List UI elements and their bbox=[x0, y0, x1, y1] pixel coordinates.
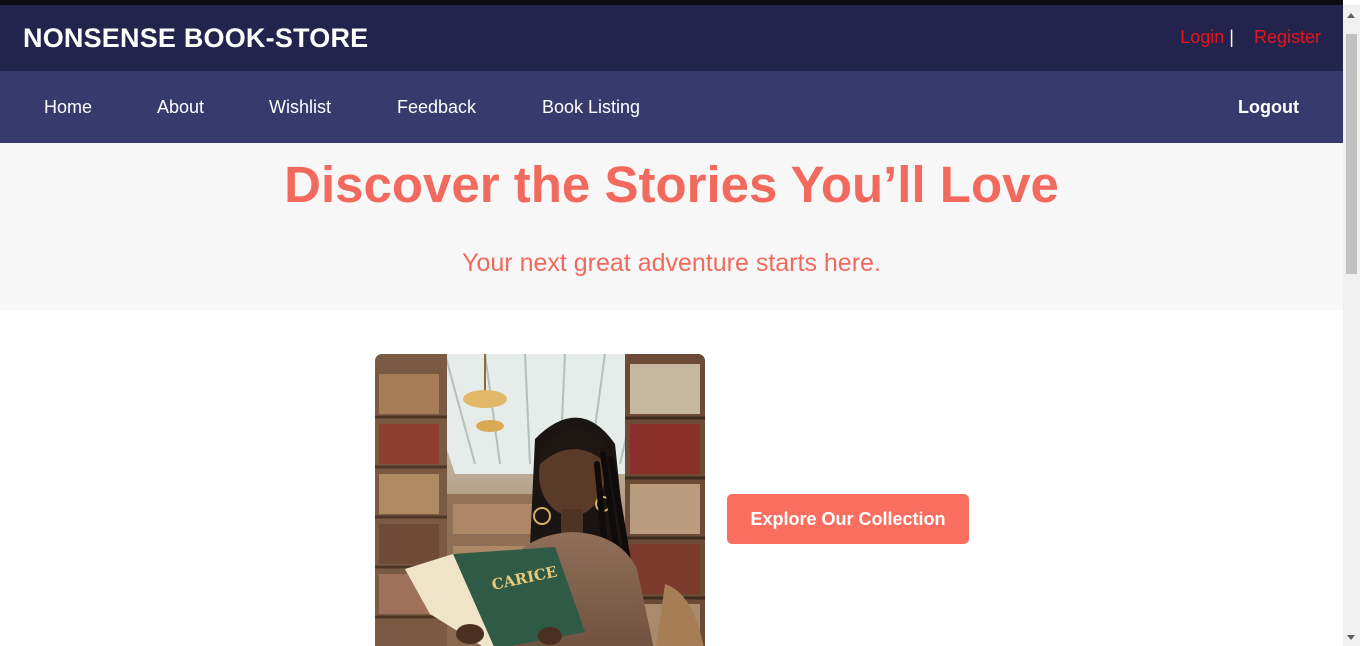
register-link[interactable]: Register bbox=[1254, 27, 1321, 47]
logout-link[interactable]: Logout bbox=[1238, 97, 1299, 118]
hero-subtitle: Your next great adventure starts here. bbox=[462, 249, 881, 277]
nav-item-book-listing[interactable]: Book Listing bbox=[542, 97, 640, 118]
scroll-down-arrow-icon[interactable] bbox=[1347, 635, 1355, 640]
scrollbar-thumb[interactable] bbox=[1346, 34, 1357, 274]
explore-collection-button[interactable]: Explore Our Collection bbox=[727, 494, 969, 544]
nav-item-wishlist[interactable]: Wishlist bbox=[269, 97, 331, 118]
nav-item-about[interactable]: About bbox=[157, 97, 204, 118]
site-header: NONSENSE BOOK-STORE Login | Register bbox=[0, 5, 1343, 71]
auth-links: Login | Register bbox=[1180, 27, 1321, 48]
page-scrollbar[interactable] bbox=[1343, 5, 1360, 646]
nav-item-feedback[interactable]: Feedback bbox=[397, 97, 476, 118]
reader-photo: CARICE bbox=[375, 354, 705, 646]
hero-title: Discover the Stories You’ll Love bbox=[284, 156, 1059, 213]
auth-separator: | bbox=[1229, 27, 1234, 47]
login-link[interactable]: Login bbox=[1180, 27, 1224, 47]
nav-item-home[interactable]: Home bbox=[44, 97, 92, 118]
hero-banner: Discover the Stories You’ll Love Your ne… bbox=[0, 143, 1343, 310]
main-nav: Home About Wishlist Feedback Book Listin… bbox=[0, 71, 1343, 143]
scroll-up-arrow-icon[interactable] bbox=[1347, 13, 1355, 18]
site-brand: NONSENSE BOOK-STORE bbox=[23, 23, 369, 53]
